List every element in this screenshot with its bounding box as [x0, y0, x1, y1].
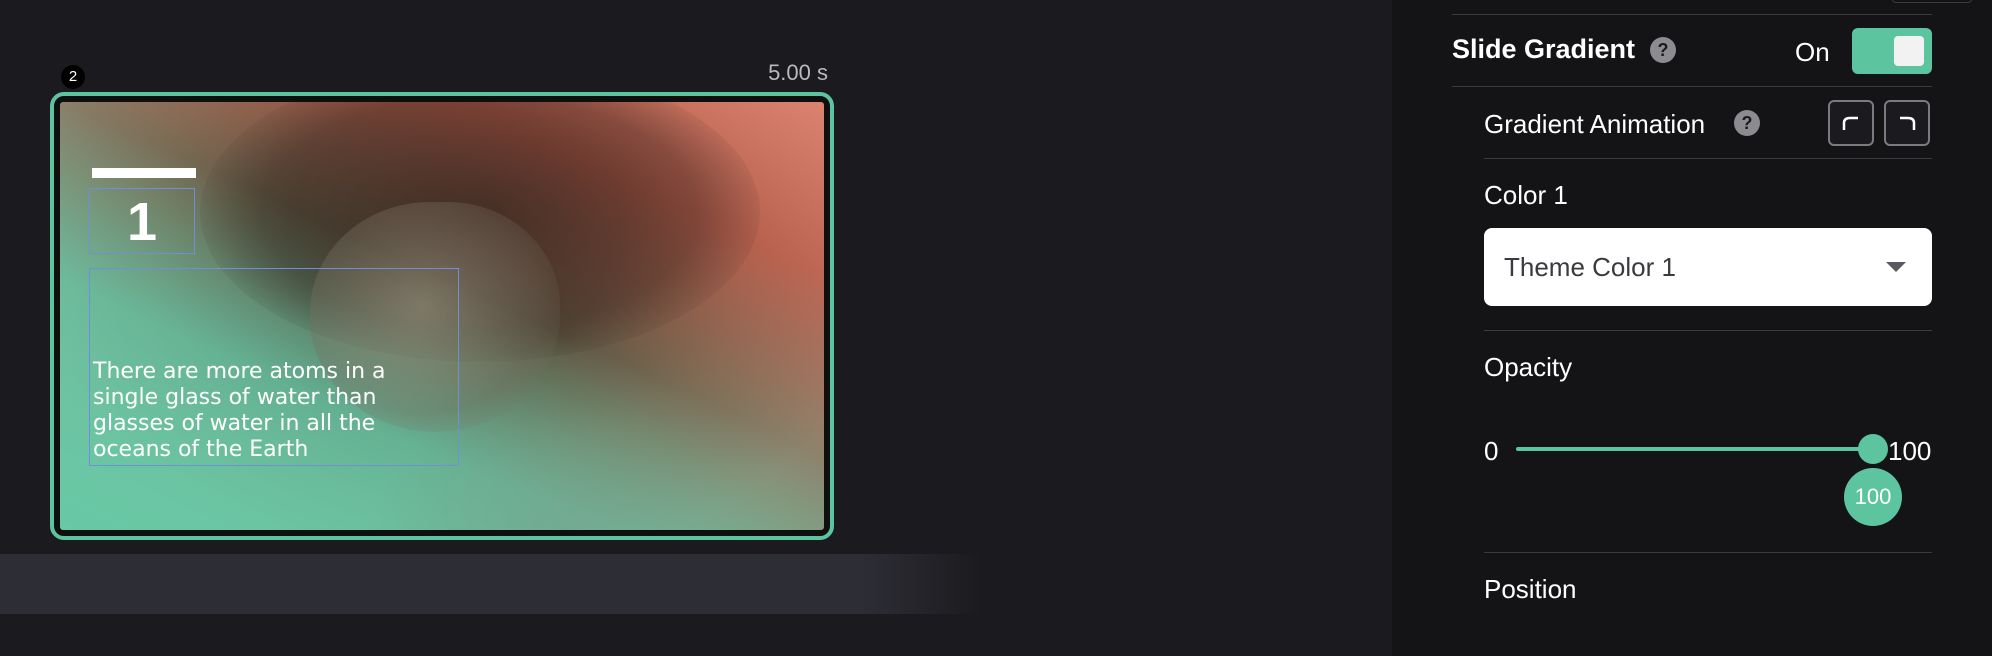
timeline-strip[interactable]	[0, 554, 980, 614]
color1-label: Color 1	[1484, 180, 1568, 210]
inspector-panel: Slide Gradient ? On Gradient Animation ?…	[1392, 0, 1992, 656]
help-icon[interactable]: ?	[1650, 37, 1676, 63]
divider	[1484, 330, 1932, 331]
ease-in-icon	[1842, 116, 1858, 130]
color1-selected-value: Theme Color 1	[1504, 252, 1676, 282]
panel-top-tab[interactable]	[1892, 0, 1972, 3]
position-label: Position	[1484, 574, 1577, 604]
slide-gradient-toggle[interactable]	[1852, 28, 1932, 74]
chevron-down-icon	[1886, 262, 1906, 272]
slide-index-badge: 2	[61, 65, 85, 89]
slide-gradient-toggle-label: On	[1795, 37, 1830, 67]
slide-background-image: 1 There are more atoms in a single glass…	[60, 102, 824, 530]
slide-number-textbox[interactable]: 1	[89, 188, 195, 254]
opacity-min-label: 0	[1484, 436, 1499, 466]
slide-gradient-title: Slide Gradient	[1452, 34, 1636, 64]
opacity-value-bubble: 100	[1844, 468, 1902, 526]
slide-thumbnail[interactable]: 1 There are more atoms in a single glass…	[50, 92, 834, 540]
divider	[1484, 158, 1932, 159]
ease-out-icon	[1900, 116, 1916, 130]
opacity-slider-thumb[interactable]	[1858, 434, 1888, 464]
slide-body-text: There are more atoms in a single glass o…	[93, 359, 386, 462]
gradient-animation-in-button[interactable]	[1828, 100, 1874, 146]
help-icon[interactable]: ?	[1734, 110, 1760, 136]
slide-duration: 5.00 s	[768, 60, 828, 85]
opacity-slider-track[interactable]	[1516, 447, 1872, 451]
gradient-animation-label: Gradient Animation	[1484, 109, 1706, 139]
title-bar-decoration	[92, 168, 196, 178]
divider	[1452, 14, 1932, 15]
divider	[1484, 552, 1932, 553]
canvas-area: 2 5.00 s 1 There are more atoms in a sin…	[0, 0, 1392, 656]
color1-select[interactable]: Theme Color 1	[1484, 228, 1932, 306]
gradient-animation-out-button[interactable]	[1884, 100, 1930, 146]
opacity-max-label: 100	[1888, 436, 1932, 466]
toggle-knob	[1894, 36, 1924, 66]
divider	[1452, 86, 1932, 87]
slide-body-textbox[interactable]: There are more atoms in a single glass o…	[89, 268, 459, 466]
opacity-label: Opacity	[1484, 352, 1573, 382]
